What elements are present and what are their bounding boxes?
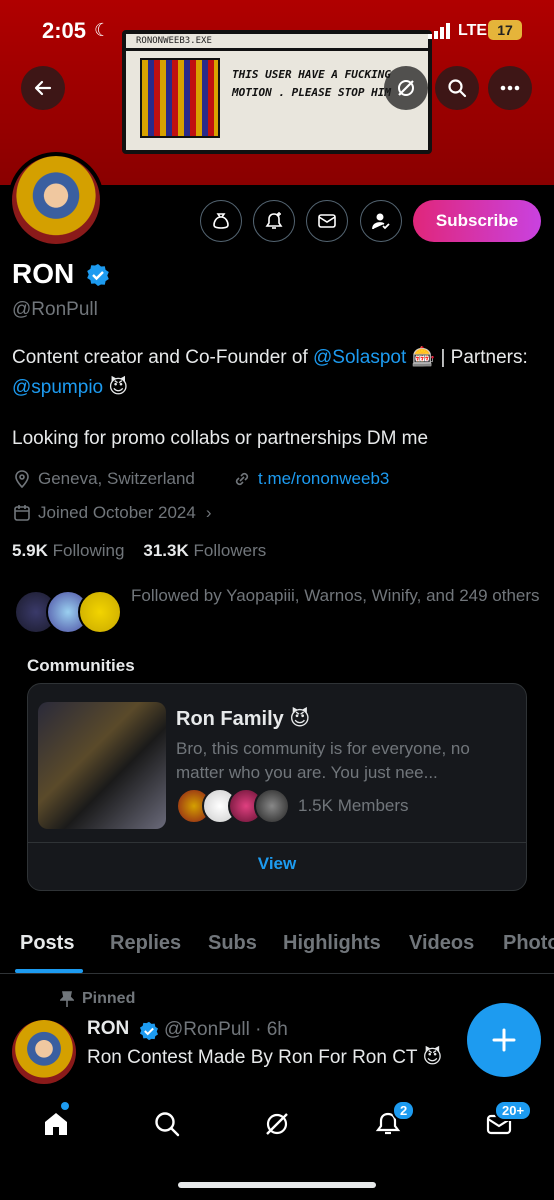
notifications-badge: 2 — [392, 1100, 416, 1121]
plus-icon — [492, 1028, 516, 1052]
calendar-icon — [14, 505, 30, 521]
banner-pixel-art — [140, 58, 220, 138]
tab-highlights[interactable]: Highlights — [283, 932, 381, 955]
back-arrow-icon — [34, 80, 52, 96]
grok-icon — [266, 1113, 288, 1135]
community-description: Bro, this community is for everyone, no … — [176, 739, 470, 782]
network-label: LTE — [458, 22, 488, 39]
battery-level: 17 — [488, 20, 522, 40]
community-thumbnail — [38, 702, 166, 829]
nav-search[interactable] — [149, 1106, 185, 1142]
follow-counts: 5.9K Following 31.3K Followers — [12, 541, 266, 561]
envelope-icon — [318, 214, 336, 228]
money-bag-icon — [213, 213, 229, 229]
active-tab-indicator — [15, 969, 83, 973]
profile-website[interactable]: t.me/rononweeb3 — [232, 469, 389, 489]
tab-posts[interactable]: Posts — [20, 932, 74, 955]
link-icon — [235, 472, 249, 486]
community-members-count: 1.5K Members — [298, 796, 409, 815]
home-icon — [45, 1113, 67, 1135]
avatar — [254, 788, 290, 824]
tip-button[interactable] — [200, 200, 242, 242]
profile-bio-line2: Looking for promo collabs or partnership… — [12, 428, 429, 449]
tab-subs[interactable]: Subs — [208, 932, 257, 955]
verified-badge-icon — [87, 264, 109, 286]
search-icon — [448, 79, 467, 98]
community-member-avatars — [176, 788, 290, 824]
profile-tabs: Posts Replies Subs Highlights Videos Pho… — [0, 918, 554, 974]
pinned-label: Pinned — [60, 990, 135, 1008]
grok-button[interactable] — [384, 66, 428, 110]
profile-joined[interactable]: Joined October 2024 › — [12, 503, 212, 523]
avatar — [78, 590, 122, 634]
message-button[interactable] — [306, 200, 348, 242]
bell-plus-icon — [265, 212, 283, 229]
post-author-name[interactable]: RON — [87, 1018, 129, 1040]
post-author-avatar[interactable] — [12, 1020, 76, 1084]
profile-bio: Content creator and Co-Founder of @Solas… — [12, 347, 528, 398]
home-indicator — [178, 1182, 376, 1188]
grok-icon — [398, 80, 414, 96]
followers-link[interactable]: 31.3K Followers — [143, 541, 266, 560]
community-view-button[interactable]: View — [28, 854, 526, 874]
followed-by-avatars[interactable] — [14, 590, 124, 634]
nav-home[interactable] — [38, 1106, 74, 1142]
profile-avatar[interactable] — [8, 152, 104, 248]
subscribe-button[interactable]: Subscribe — [413, 200, 541, 242]
verified-badge-icon — [140, 1021, 158, 1041]
chevron-right-icon: › — [205, 503, 212, 522]
communities-title: Communities — [27, 656, 135, 675]
location-pin-icon — [15, 470, 29, 489]
following-link[interactable]: 5.9K Following — [12, 541, 124, 560]
tab-videos[interactable]: Videos — [409, 932, 474, 955]
pin-icon — [60, 991, 74, 1007]
community-card[interactable]: Ron Family 😈 Bro, this community is for … — [27, 683, 527, 891]
status-time: 2:05 — [42, 18, 87, 43]
tab-replies[interactable]: Replies — [110, 932, 181, 955]
notifications-subscribe-button[interactable] — [253, 200, 295, 242]
post-text[interactable]: Ron Contest Made By Ron For Ron CT 😈 — [87, 1046, 442, 1069]
mention-solaspot-link[interactable]: @Solaspot — [313, 347, 406, 368]
search-icon — [155, 1112, 180, 1137]
more-button[interactable] — [488, 66, 532, 110]
moon-icon: ☾ — [94, 20, 111, 40]
bottom-navigation: 2 20+ — [0, 1090, 554, 1200]
following-status-button[interactable] — [360, 200, 402, 242]
post-author-handle-time: @RonPull · 6h — [164, 1019, 288, 1040]
messages-badge: 20+ — [494, 1100, 533, 1121]
search-button[interactable] — [435, 66, 479, 110]
followed-by-text[interactable]: Followed by Yaopapiii, Warnos, Winify, a… — [131, 582, 541, 610]
profile-location: Geneva, Switzerland — [12, 469, 195, 489]
home-unread-dot — [61, 1102, 69, 1110]
compose-post-button[interactable] — [467, 1003, 541, 1077]
community-name: Ron Family 😈 — [176, 708, 311, 730]
nav-grok[interactable] — [259, 1106, 295, 1142]
signal-icon — [428, 23, 450, 39]
more-dots-icon — [500, 85, 520, 91]
profile-handle: @RonPull — [12, 299, 98, 320]
tab-photos[interactable]: Photos — [503, 932, 554, 955]
profile-name: RON — [12, 258, 75, 289]
user-check-icon — [372, 213, 390, 230]
back-button[interactable] — [21, 66, 65, 110]
status-bar: 2:05 ☾ LTE 17 — [0, 0, 554, 56]
mention-spumpio-link[interactable]: @spumpio — [12, 377, 103, 398]
